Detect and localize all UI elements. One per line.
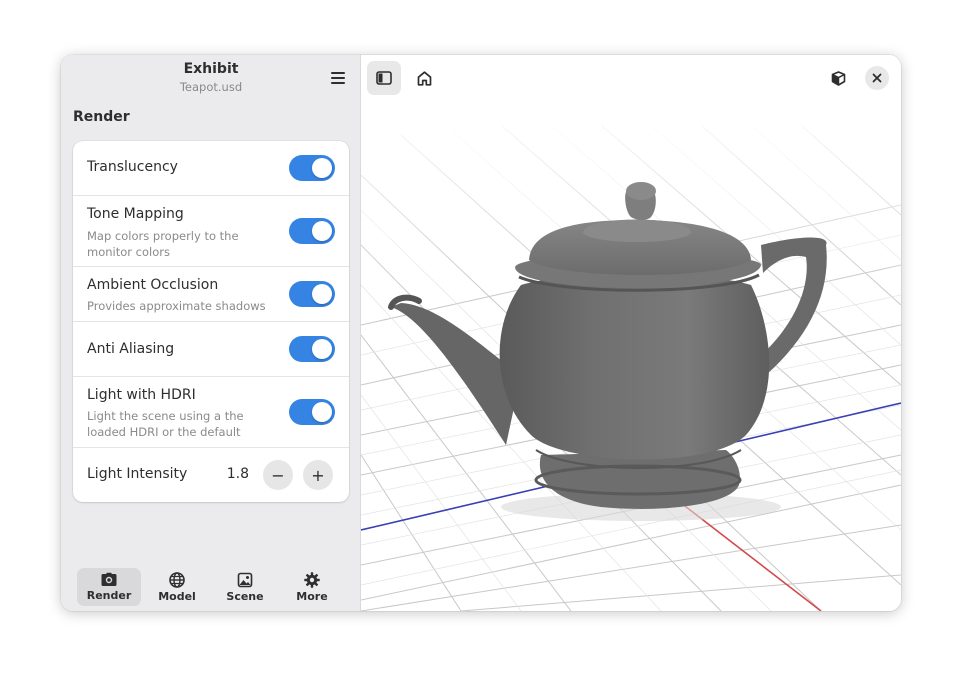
setting-title: Tone Mapping xyxy=(87,206,184,222)
section-title: Render xyxy=(73,109,130,125)
toggle-knob xyxy=(312,402,332,422)
toggle-knob xyxy=(312,339,332,359)
setting-row-light-hdri: Light with HDRI Light the scene using a … xyxy=(73,377,349,448)
setting-subtitle: Provides approximate shadows xyxy=(87,299,266,313)
setting-row-light-intensity: Light Intensity 1.8 − + xyxy=(73,448,349,502)
sidebar: Exhibit Teapot.usd Render Translucency T… xyxy=(61,55,361,611)
setting-title: Translucency xyxy=(87,159,178,175)
3d-scene[interactable] xyxy=(361,55,901,611)
nav-label: Scene xyxy=(226,589,264,603)
toggle-knob xyxy=(312,221,332,241)
nav-model[interactable]: Model xyxy=(145,568,209,606)
ambient-occlusion-toggle[interactable] xyxy=(289,281,335,307)
close-icon xyxy=(872,73,882,83)
setting-row-translucency: Translucency xyxy=(73,141,349,196)
tone-mapping-toggle[interactable] xyxy=(289,218,335,244)
translucency-toggle[interactable] xyxy=(289,155,335,181)
hamburger-menu-icon xyxy=(331,72,345,84)
toggle-knob xyxy=(312,284,332,304)
setting-row-tone-mapping: Tone Mapping Map colors properly to the … xyxy=(73,196,349,267)
setting-title: Anti Aliasing xyxy=(87,341,175,357)
decrease-intensity-button[interactable]: − xyxy=(263,460,293,490)
nav-render[interactable]: Render xyxy=(77,568,141,606)
render-settings-card: Translucency Tone Mapping Map colors pro… xyxy=(73,141,349,502)
3d-viewport[interactable] xyxy=(361,55,901,611)
window-title: Exhibit xyxy=(183,61,239,77)
nav-label: More xyxy=(296,589,328,603)
sidebar-toggle-button[interactable] xyxy=(367,61,401,95)
image-icon xyxy=(237,572,253,587)
globe-icon xyxy=(169,571,185,588)
nav-scene[interactable]: Scene xyxy=(213,568,277,606)
home-button[interactable] xyxy=(407,61,441,95)
sidebar-toggle-icon xyxy=(376,71,392,85)
orientation-button[interactable] xyxy=(821,61,855,95)
close-button[interactable] xyxy=(865,66,889,90)
main-menu-button[interactable] xyxy=(323,65,353,91)
intensity-label: Light Intensity xyxy=(87,466,188,482)
nav-more[interactable]: More xyxy=(280,568,344,606)
setting-title: Ambient Occlusion xyxy=(87,277,219,293)
setting-title: Light with HDRI xyxy=(87,387,196,403)
setting-row-anti-aliasing: Anti Aliasing xyxy=(73,322,349,377)
cube-icon xyxy=(831,70,845,86)
setting-subtitle: Map colors properly to the monitor color… xyxy=(87,229,239,259)
toggle-knob xyxy=(312,158,332,178)
app-window: Exhibit Teapot.usd Render Translucency T… xyxy=(61,55,901,611)
home-icon xyxy=(417,70,431,86)
light-hdri-toggle[interactable] xyxy=(289,399,335,425)
anti-aliasing-toggle[interactable] xyxy=(289,336,335,362)
increase-intensity-button[interactable]: + xyxy=(303,460,333,490)
camera-icon xyxy=(101,572,117,586)
setting-row-ambient-occlusion: Ambient Occlusion Provides approximate s… xyxy=(73,267,349,322)
nav-label: Model xyxy=(158,589,196,603)
sidebar-header: Exhibit Teapot.usd xyxy=(61,55,361,101)
bottom-nav: Render Model Scene More xyxy=(61,565,361,611)
intensity-value: 1.8 xyxy=(226,466,249,482)
setting-subtitle: Light the scene using a the loaded HDRI … xyxy=(87,409,244,439)
window-subtitle: Teapot.usd xyxy=(179,80,243,94)
nav-label: Render xyxy=(86,589,132,602)
gear-icon xyxy=(304,571,320,588)
